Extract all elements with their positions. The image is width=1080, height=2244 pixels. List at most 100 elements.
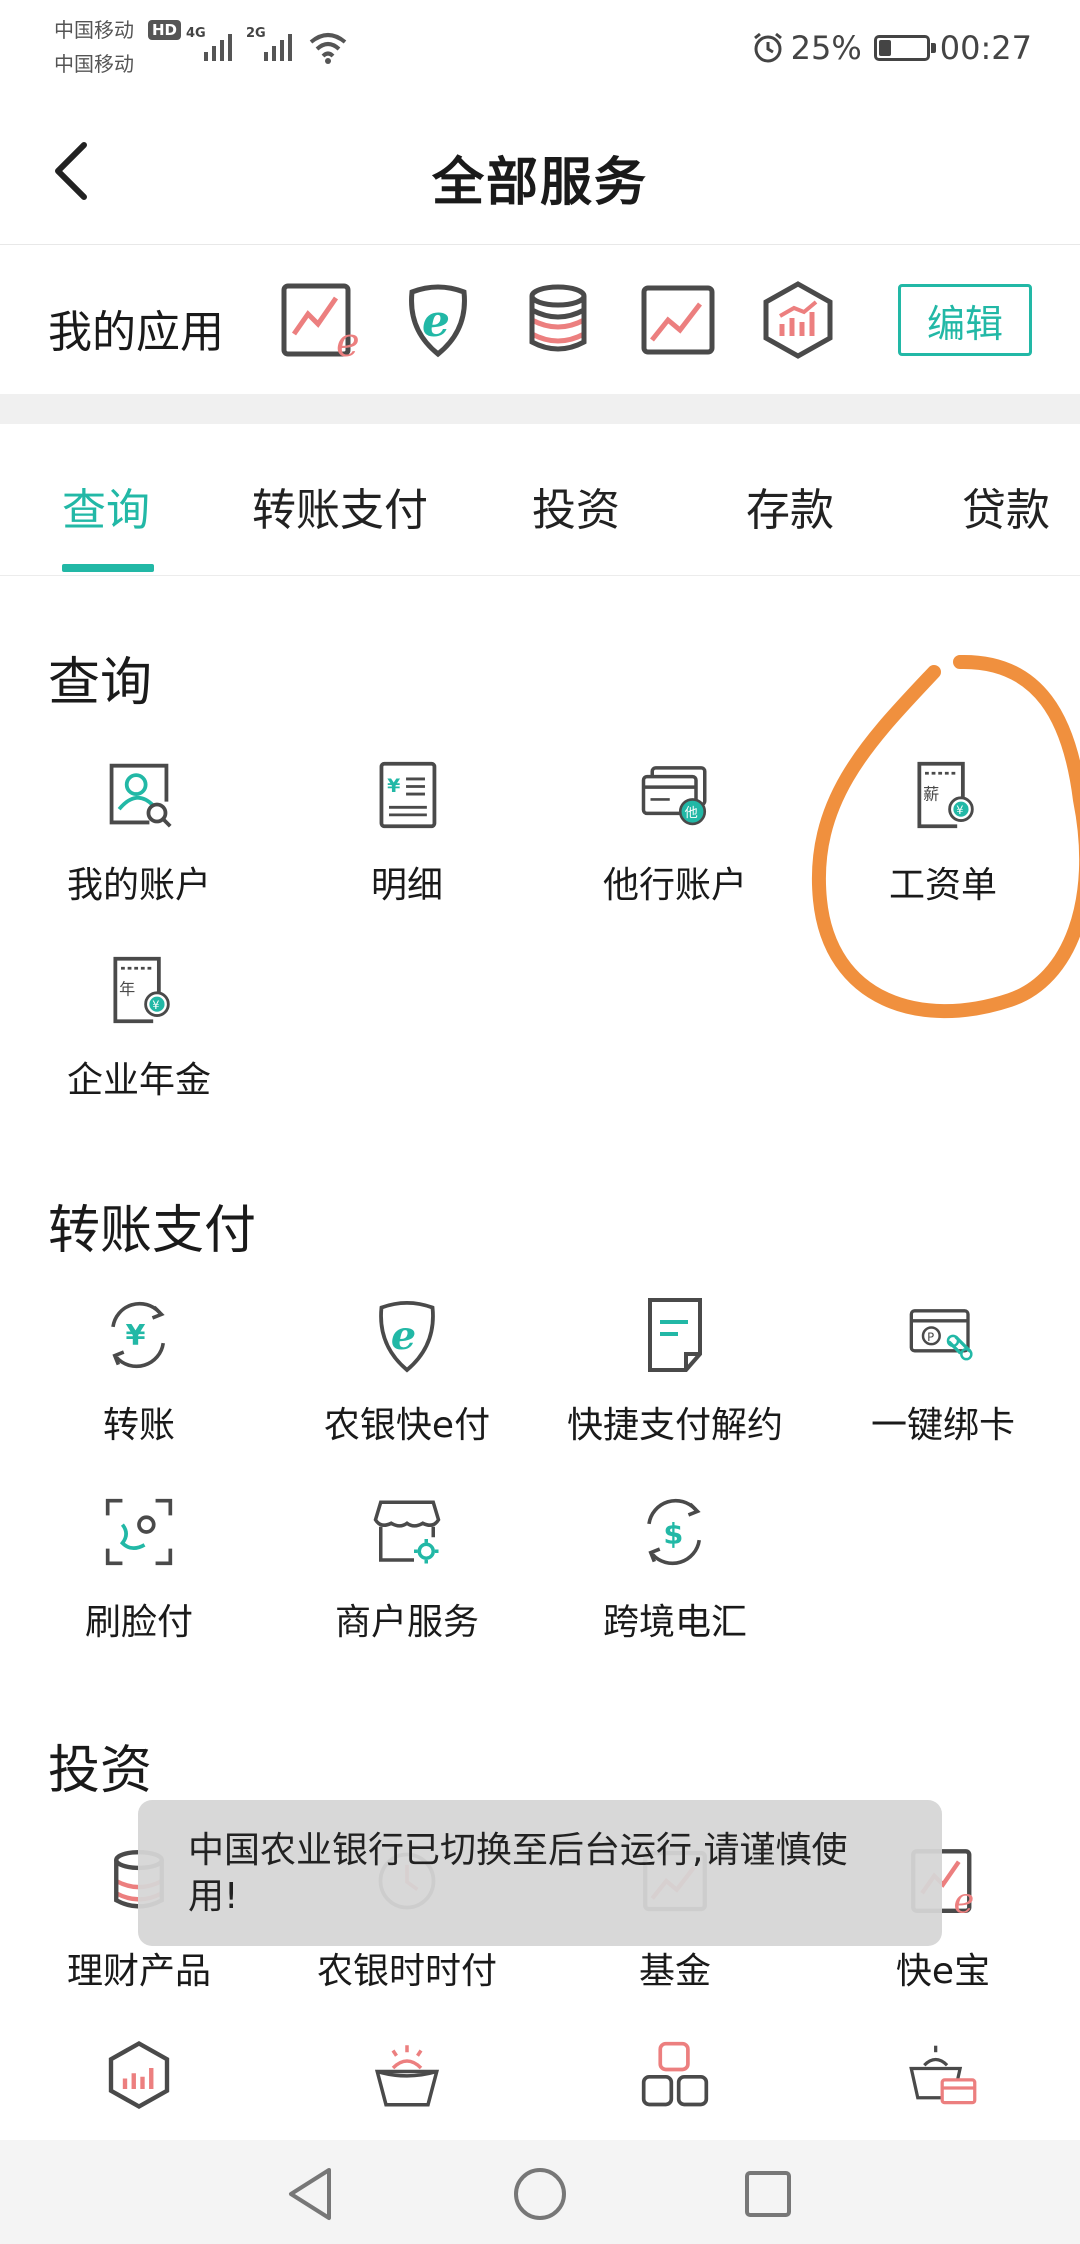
toast-message: 中国农业银行已切换至后台运行,请谨慎使用!	[138, 1800, 942, 1946]
service-e-pay[interactable]: e 农银快e付	[273, 1300, 541, 1470]
system-nav-bar	[0, 2140, 1080, 2244]
battery-level	[878, 40, 891, 56]
svg-text:¥: ¥	[387, 775, 400, 797]
face-pay-icon	[104, 1497, 174, 1567]
svg-text:P: P	[927, 1330, 934, 1344]
my-apps-label: 我的应用	[48, 307, 224, 358]
statement-icon: ¥	[372, 760, 442, 830]
service-invest-more[interactable]	[541, 2040, 809, 2130]
carrier-label: 中国移动	[54, 18, 134, 42]
status-bar: 中国移动 中国移动 HD 4G 2G 25% 00:27	[0, 0, 1080, 100]
tab-query[interactable]: 查询	[62, 474, 150, 538]
service-statement[interactable]: ¥ 明细	[273, 760, 541, 930]
nongyin-kuai-e-fu-icon[interactable]: e	[396, 278, 480, 362]
tab-loan[interactable]: 贷款	[962, 474, 1050, 538]
service-label: 刷脸付	[84, 1602, 193, 1643]
service-label: 快e宝	[895, 1951, 991, 1992]
bind-card-icon: P	[908, 1300, 978, 1370]
service-enterprise-annuity[interactable]: 年 ¥ 企业年金	[5, 955, 273, 1125]
document-icon	[640, 1298, 710, 1372]
svg-text:¥: ¥	[152, 998, 159, 1012]
service-cross-border-remit[interactable]: $ 跨境电汇	[541, 1497, 809, 1667]
transfer-yuan-icon: ¥	[104, 1300, 174, 1370]
my-apps-bar: 我的应用 e e 编辑	[0, 246, 1080, 394]
service-label: 工资单	[888, 865, 997, 906]
service-label: 一键绑卡	[870, 1405, 1015, 1446]
hd-badge: HD	[148, 20, 182, 40]
nav-home-button[interactable]	[510, 2164, 570, 2224]
service-label: 快捷支付解约	[566, 1405, 783, 1446]
service-label: 基金	[638, 1951, 711, 1992]
service-label: 明细	[370, 865, 443, 906]
service-one-click-bind-card[interactable]: P 一键绑卡	[809, 1300, 1077, 1470]
basket-card-icon	[908, 2040, 978, 2110]
service-payslip[interactable]: 薪 ¥ 工资单	[809, 760, 1077, 930]
nav-recent-button[interactable]	[738, 2164, 798, 2224]
service-other-bank-account[interactable]: 他 他行账户	[541, 760, 809, 930]
nav-back-button[interactable]	[280, 2164, 340, 2224]
section-title-invest: 投资	[48, 1741, 153, 1801]
svg-text:¥: ¥	[956, 803, 963, 817]
annuity-icon: 年 ¥	[104, 955, 174, 1025]
investment-hexagon-icon[interactable]	[756, 278, 840, 362]
tab-invest[interactable]: 投资	[532, 474, 620, 538]
service-face-pay[interactable]: 刷脸付	[5, 1497, 273, 1667]
alarm-icon	[753, 32, 782, 63]
service-label: 理财产品	[66, 1951, 211, 1992]
svg-text:e: e	[391, 1313, 416, 1359]
page-title: 全部服务	[431, 153, 648, 213]
tab-deposit[interactable]: 存款	[746, 474, 834, 538]
svg-text:e: e	[954, 1882, 975, 1919]
section-title-transfer: 转账支付	[48, 1201, 257, 1261]
cross-border-dollar-icon: $	[640, 1497, 710, 1567]
clock: 00:27	[939, 29, 1032, 67]
service-label: 跨境电汇	[602, 1602, 747, 1643]
payslip-icon: 薪 ¥	[908, 760, 978, 830]
service-merchant[interactable]: 商户服务	[273, 1497, 541, 1667]
merchant-store-icon	[372, 1497, 442, 1567]
basket-sun-icon	[372, 2040, 442, 2110]
edit-button[interactable]: 编辑	[898, 284, 1032, 356]
investment-hexagon-icon	[104, 2040, 174, 2110]
service-quick-pay-cancel[interactable]: 快捷支付解约	[541, 1298, 809, 1470]
nav-home-icon	[514, 2168, 566, 2220]
battery-icon	[873, 35, 936, 61]
account-search-icon	[104, 760, 174, 830]
e-pay-shield-icon: e	[372, 1300, 442, 1373]
nav-recent-icon	[745, 2171, 791, 2217]
carrier-label: 中国移动	[54, 52, 134, 76]
service-label: 我的账户	[66, 865, 211, 906]
licai-coins-icon[interactable]	[516, 278, 600, 362]
service-invest-more[interactable]	[809, 2040, 1077, 2130]
fund-chart-icon[interactable]	[636, 278, 720, 362]
svg-text:薪: 薪	[923, 785, 939, 804]
svg-text:年: 年	[119, 980, 135, 999]
service-label: 企业年金	[66, 1060, 211, 1101]
service-label: 农银快e付	[323, 1405, 491, 1446]
service-transfer[interactable]: ¥ 转账	[5, 1300, 273, 1470]
svg-text:¥: ¥	[126, 1318, 146, 1352]
service-my-account[interactable]: 我的账户	[5, 760, 273, 930]
other-bank-card-icon: 他	[640, 760, 710, 830]
svg-text:他: 他	[685, 805, 698, 821]
kuai-e-bao-icon[interactable]: e	[276, 278, 360, 362]
service-label: 转账	[102, 1405, 175, 1446]
svg-text:$: $	[663, 1517, 683, 1551]
tab-transfer-pay[interactable]: 转账支付	[252, 474, 428, 538]
header: 全部服务	[0, 100, 1080, 245]
tab-indicator	[62, 564, 154, 572]
wifi-icon	[309, 33, 347, 64]
blocks-icon	[640, 2040, 710, 2110]
svg-text:e: e	[336, 320, 358, 360]
service-label: 他行账户	[602, 865, 747, 906]
divider	[0, 394, 1080, 424]
service-invest-more[interactable]	[5, 2040, 273, 2130]
status-right: 25% 00:27	[751, 28, 1032, 68]
section-title-query: 查询	[48, 653, 153, 713]
category-tabs: 查询 转账支付 投资 存款 贷款	[0, 424, 1080, 576]
nav-back-icon	[289, 2168, 331, 2220]
service-label: 商户服务	[334, 1602, 479, 1643]
battery-percent: 25%	[790, 29, 862, 67]
service-invest-more[interactable]	[273, 2040, 541, 2130]
svg-text:e: e	[422, 296, 450, 347]
